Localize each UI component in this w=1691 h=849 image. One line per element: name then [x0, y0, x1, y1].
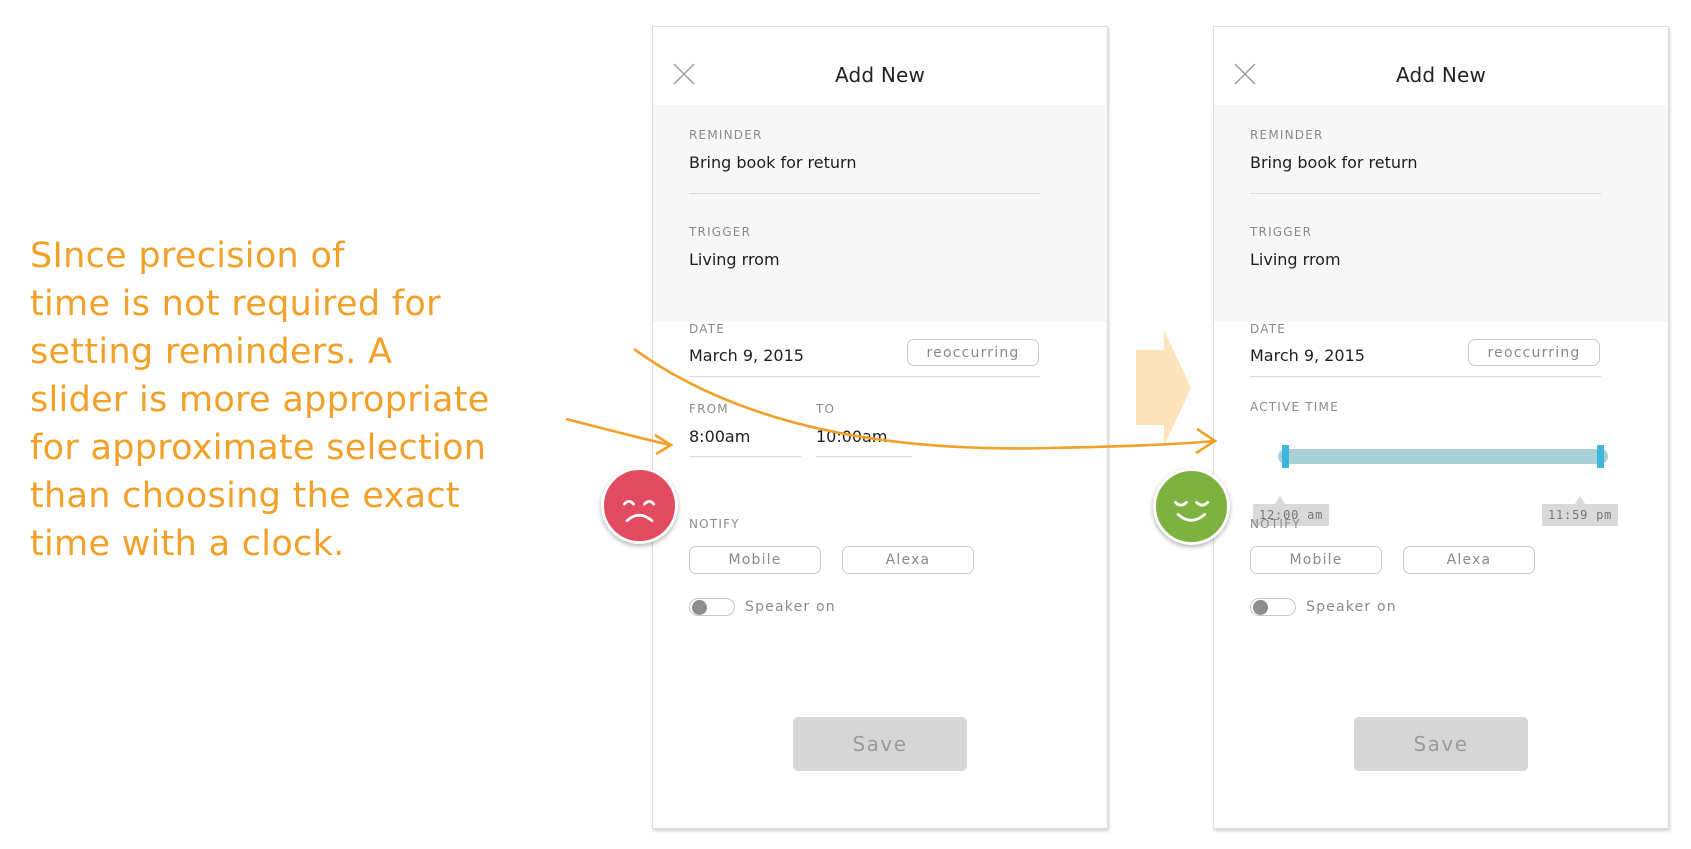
slider-start-handle[interactable] [1282, 445, 1289, 468]
annotation-line: slider is more appropriate [30, 380, 490, 420]
reoccurring-button[interactable]: reoccurring [1468, 339, 1600, 366]
trigger-value[interactable]: Living rrom [689, 250, 780, 269]
date-label: DATE [689, 322, 726, 336]
notify-mobile-button[interactable]: Mobile [1250, 546, 1382, 574]
date-value[interactable]: March 9, 2015 [689, 346, 804, 365]
notify-mobile-button[interactable]: Mobile [689, 546, 821, 574]
from-time-field[interactable]: 8:00am [689, 427, 750, 446]
card-title: Add New [1395, 63, 1487, 87]
happy-face-icon [1153, 468, 1230, 545]
reminder-value[interactable]: Bring book for return [689, 153, 856, 172]
divider [689, 376, 1040, 377]
sad-face-icon [601, 467, 678, 544]
active-time-label: ACTIVE TIME [1250, 400, 1339, 414]
to-time-field[interactable]: 10:00am [816, 427, 888, 446]
toggle-knob [692, 600, 707, 615]
annotation-line: time is not required for [30, 284, 441, 324]
reminder-value[interactable]: Bring book for return [1250, 153, 1417, 172]
speaker-label: Speaker on [745, 599, 836, 615]
speaker-label: Speaker on [1306, 599, 1397, 615]
trigger-label: TRIGGER [1250, 225, 1313, 239]
reminder-label: REMINDER [1250, 128, 1324, 142]
divider [1250, 376, 1601, 377]
notify-label: NOTIFY [689, 517, 740, 531]
annotation-line: than choosing the exact [30, 476, 460, 516]
active-time-slider-track[interactable] [1278, 449, 1608, 464]
to-label: TO [816, 402, 836, 416]
reminder-label: REMINDER [689, 128, 763, 142]
transition-chevron-icon [1136, 330, 1191, 446]
notify-label: NOTIFY [1250, 517, 1301, 531]
add-new-card-slider: Add New REMINDER Bring book for return T… [1213, 26, 1669, 829]
notify-alexa-button[interactable]: Alexa [1403, 546, 1535, 574]
trigger-label: TRIGGER [689, 225, 752, 239]
divider [689, 193, 1040, 194]
speaker-toggle[interactable] [689, 598, 735, 616]
date-label: DATE [1250, 322, 1287, 336]
annotation-line: SInce precision of [30, 236, 345, 276]
to-underline [816, 456, 912, 457]
from-label: FROM [689, 402, 729, 416]
toggle-knob [1253, 600, 1268, 615]
card-title: Add New [834, 63, 926, 87]
notify-alexa-button[interactable]: Alexa [842, 546, 974, 574]
date-value[interactable]: March 9, 2015 [1250, 346, 1365, 365]
add-new-card-time-picker: Add New REMINDER Bring book for return T… [652, 26, 1108, 829]
slider-end-handle[interactable] [1597, 445, 1604, 468]
save-button[interactable]: Save [793, 717, 967, 771]
divider [1250, 193, 1601, 194]
reoccurring-button[interactable]: reoccurring [907, 339, 1039, 366]
annotation-line: time with a clock. [30, 524, 345, 564]
save-button[interactable]: Save [1354, 717, 1528, 771]
annotation-line: for approximate selection [30, 428, 487, 468]
annotation-text: SInce precision of time is not required … [30, 232, 570, 568]
annotation-line: setting reminders. A [30, 332, 393, 372]
slider-end-label: 11:59 pm [1542, 496, 1619, 526]
from-underline [689, 456, 801, 457]
speaker-toggle[interactable] [1250, 598, 1296, 616]
trigger-value[interactable]: Living rrom [1250, 250, 1341, 269]
